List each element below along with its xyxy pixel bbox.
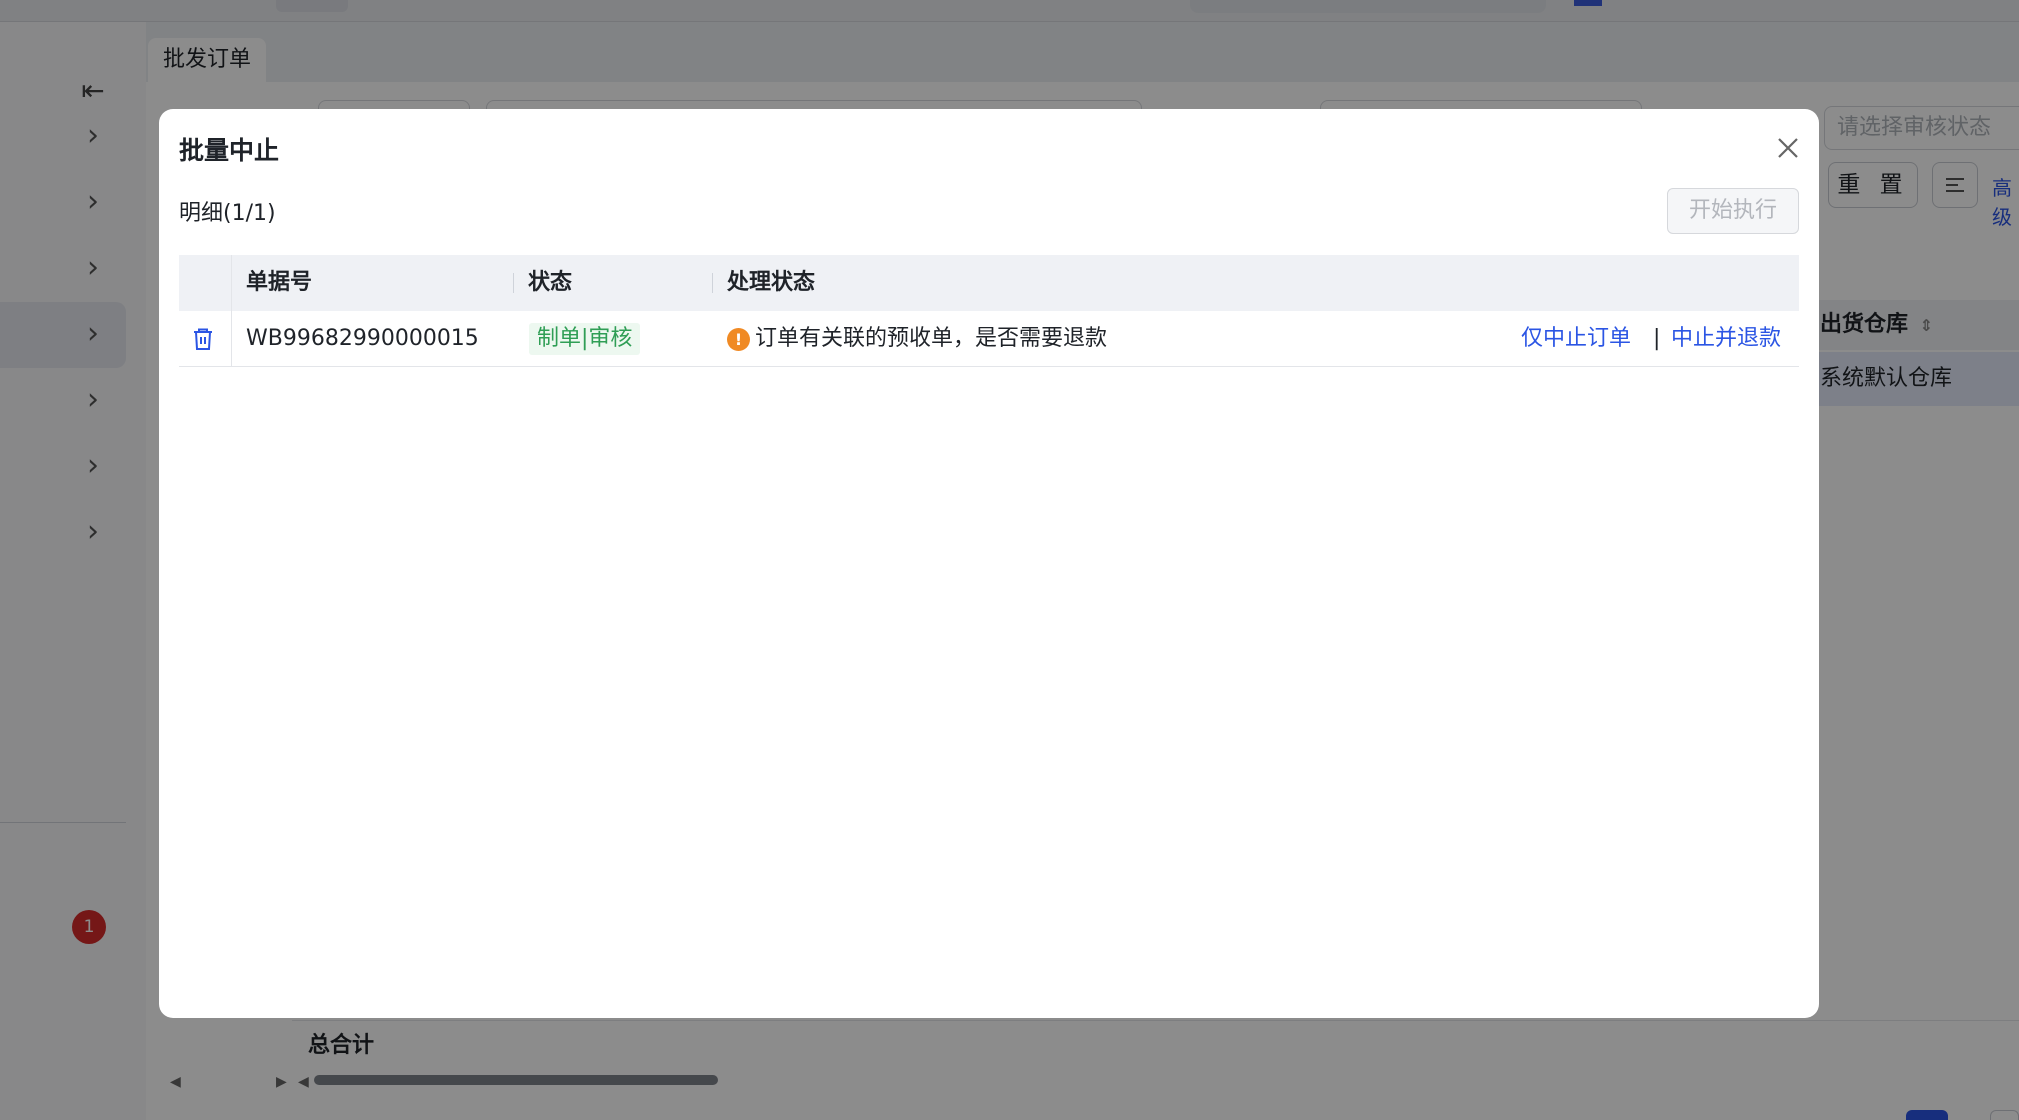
doc-no-cell: WB99682990000015 xyxy=(246,326,479,351)
column-header-status: 状态 xyxy=(528,270,573,295)
column-divider xyxy=(712,273,713,293)
stop-and-refund-link[interactable]: 中止并退款 xyxy=(1671,311,1781,367)
batch-stop-dialog: 批量中止 明细(1/1) 开始执行 单据号 状态 处理状态 WB99682990… xyxy=(159,109,1819,1018)
action-separator: | xyxy=(1653,326,1661,351)
warning-icon: ! xyxy=(727,328,750,351)
column-divider xyxy=(513,273,514,293)
close-icon[interactable] xyxy=(1771,131,1805,165)
trash-icon[interactable] xyxy=(190,326,216,352)
stop-order-only-link[interactable]: 仅中止订单 xyxy=(1521,311,1631,367)
dialog-title: 批量中止 xyxy=(179,136,280,165)
detail-count-label: 明细(1/1) xyxy=(179,201,276,226)
column-header-doc-no: 单据号 xyxy=(246,270,313,295)
column-divider xyxy=(231,255,232,367)
table-row: WB99682990000015 制单|审核 ! 订单有关联的预收单，是否需要退… xyxy=(179,255,1799,367)
table-header: 单据号 状态 处理状态 xyxy=(179,255,1799,311)
process-status-text: 订单有关联的预收单，是否需要退款 xyxy=(755,326,1108,351)
start-execute-button[interactable]: 开始执行 xyxy=(1667,188,1799,234)
column-header-process-status: 处理状态 xyxy=(727,270,816,295)
status-badge: 制单|审核 xyxy=(529,323,641,355)
detail-table: 单据号 状态 处理状态 WB99682990000015 制单|审核 ! 订单有… xyxy=(179,255,1799,367)
